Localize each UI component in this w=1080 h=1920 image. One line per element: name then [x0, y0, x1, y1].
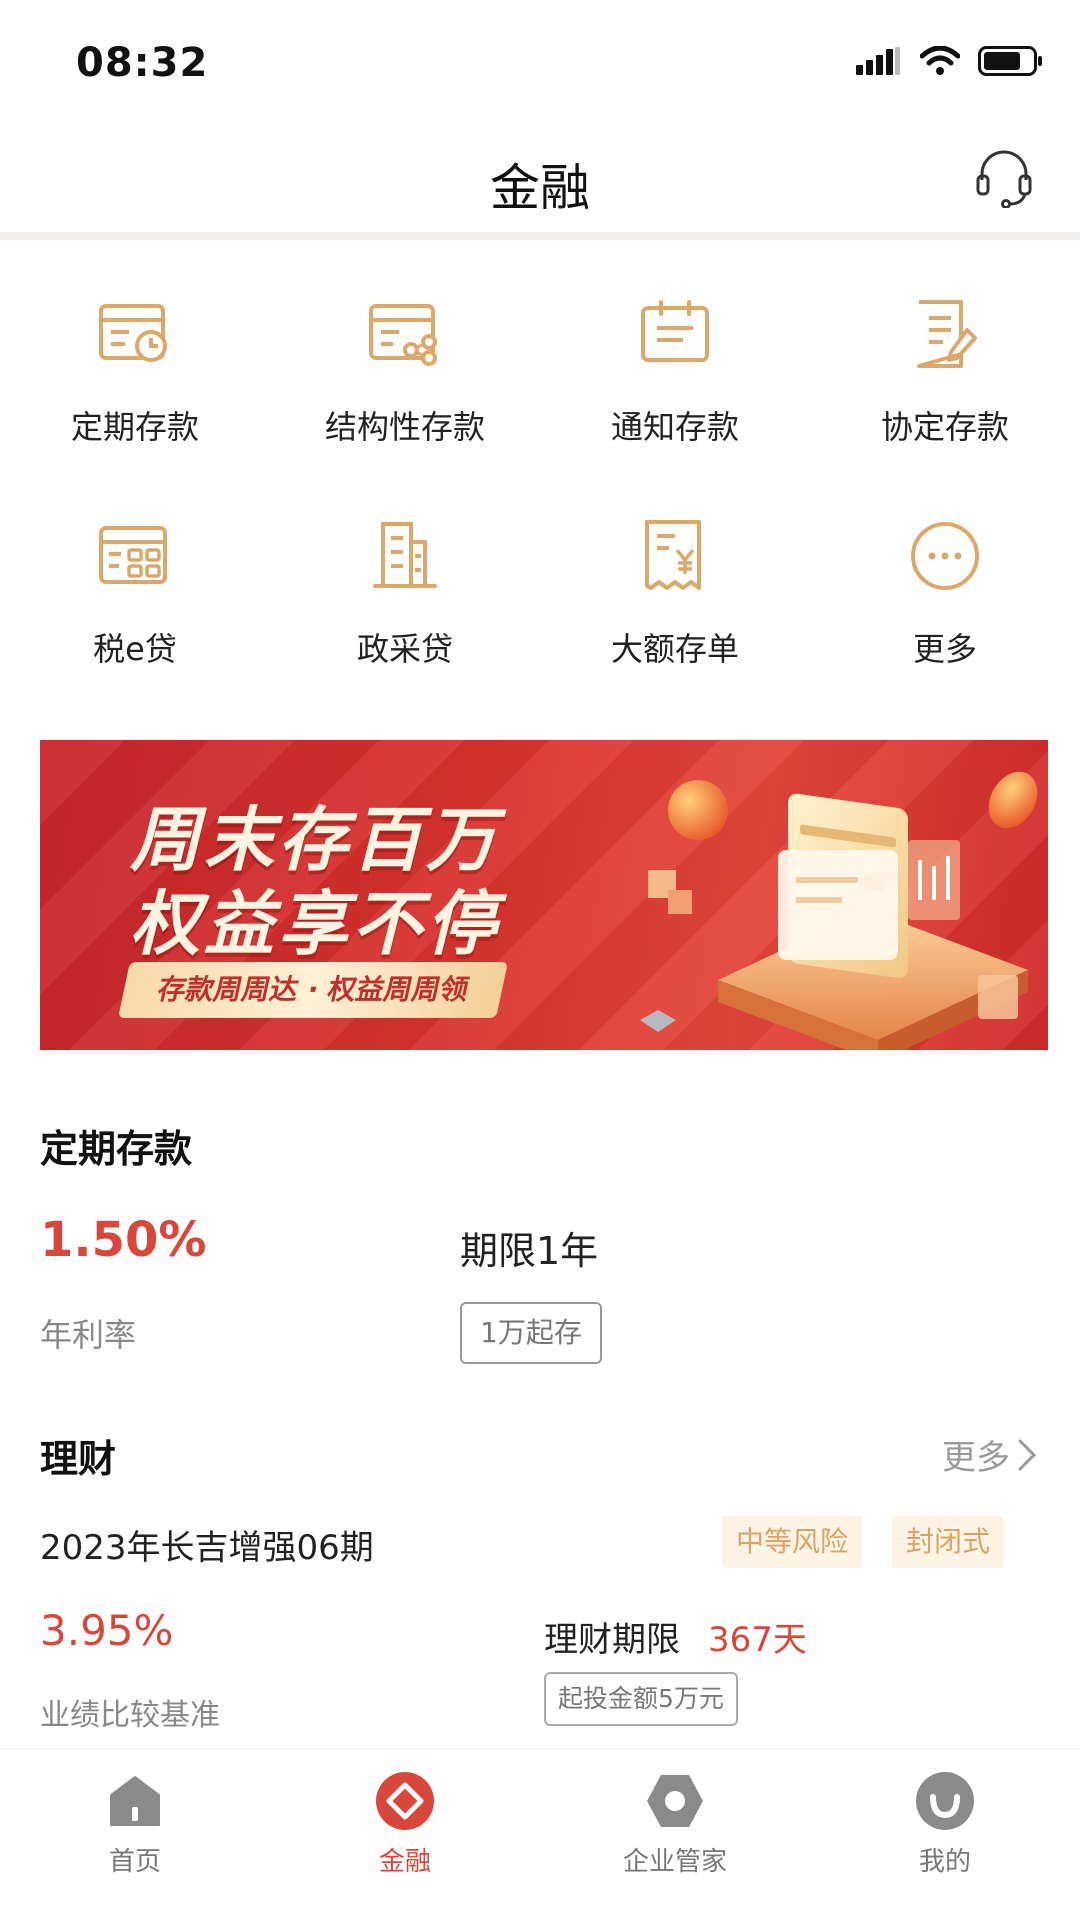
grid-item-label: 更多 [912, 630, 977, 668]
grid-item-label: 结构性存款 [324, 408, 485, 446]
deposit-rate-label: 年利率 [40, 1316, 137, 1354]
product-rate[interactable]: 3.95% [40, 1606, 173, 1655]
product-term-value: 367天 [708, 1620, 807, 1660]
more-icon [911, 522, 979, 590]
page-title: 金融 [490, 159, 590, 217]
grid-row-2: 税e贷 政采贷 大额存单 更多 [0, 502, 1080, 724]
battery-icon [978, 46, 1042, 76]
profile-icon [916, 1772, 974, 1830]
large-cd-icon [645, 520, 701, 590]
product-rate-label: 业绩比较基准 [40, 1698, 220, 1733]
product-min-amount-badge: 起投金额5万元 [544, 1672, 738, 1726]
grid-item-label: 政采贷 [356, 630, 453, 668]
banner-bank-card-illustration [640, 771, 1038, 1050]
tab-label: 金融 [378, 1847, 431, 1877]
finance-icon [376, 1772, 434, 1830]
risk-level-tag: 中等风险 [722, 1516, 863, 1568]
banner-headline-line2: 权益享不停 [130, 883, 500, 965]
customer-service-headset-icon[interactable] [972, 144, 1036, 208]
structured-deposit-icon [369, 304, 437, 366]
call-deposit-icon [641, 300, 709, 362]
agreement-deposit-icon [917, 300, 977, 368]
deposit-rate[interactable]: 1.50% [40, 1212, 207, 1268]
grid-item-fixed-deposit[interactable]: 定期存款 [0, 280, 270, 502]
grid-item-large-cd[interactable]: 大额存单 [540, 502, 810, 724]
grid-item-label: 大额存单 [610, 630, 739, 668]
nav-bar: 金融 [0, 120, 1080, 232]
tax-loan-icon [99, 526, 167, 584]
home-icon [110, 1776, 160, 1826]
chevron-right-icon [1018, 1439, 1037, 1470]
grid-item-label: 税e贷 [93, 630, 177, 668]
product-term-label: 理财期限 [544, 1620, 680, 1660]
status-icons [856, 46, 1044, 76]
wifi-icon [920, 46, 960, 75]
grid-item-label: 协定存款 [880, 408, 1009, 446]
cellular-signal-icon [856, 47, 900, 75]
procurement-loan-icon [373, 522, 437, 588]
wealth-more-label: 更多 [942, 1438, 1010, 1478]
promo-banner[interactable]: 周末存百万 权益享不停 存款周周达 · 权益周周领 [40, 740, 1048, 1050]
tab-home[interactable]: 首页 [0, 1749, 270, 1920]
status-bar: 08:32 [0, 0, 1080, 120]
grid-item-procurement-loan[interactable]: 政采贷 [270, 502, 540, 724]
nav-divider [0, 232, 1080, 240]
grid-item-tax-loan[interactable]: 税e贷 [0, 502, 270, 724]
grid-row-1: 定期存款 结构性存款 通知存款 协定存款 [0, 280, 1080, 502]
grid-item-label: 通知存款 [610, 408, 739, 446]
wealth-more-link[interactable]: 更多 [942, 1430, 1038, 1479]
bottom-tab-bar: 首页 金融 企业管家 我的 [0, 1748, 1080, 1920]
grid-item-call-deposit[interactable]: 通知存款 [540, 280, 810, 502]
tab-enterprise[interactable]: 企业管家 [540, 1749, 810, 1920]
banner-tagline: 存款周周达 · 权益周周领 [118, 962, 509, 1018]
grid-item-agreement-deposit[interactable]: 协定存款 [810, 280, 1080, 502]
tab-label: 我的 [918, 1847, 971, 1877]
grid-item-more[interactable]: 更多 [810, 502, 1080, 724]
tab-profile[interactable]: 我的 [810, 1749, 1080, 1920]
grid-item-label: 定期存款 [70, 408, 199, 446]
grid-item-structured-deposit[interactable]: 结构性存款 [270, 280, 540, 502]
deposit-section-title: 定期存款 [40, 1127, 193, 1171]
deposit-min-amount-badge: 1万起存 [460, 1302, 602, 1364]
deposit-term[interactable]: 期限1年 [460, 1220, 598, 1275]
product-type-tag: 封闭式 [892, 1516, 1005, 1568]
fixed-deposit-icon [99, 304, 167, 362]
product-grid: 定期存款 结构性存款 通知存款 协定存款 税e贷 政采贷 大额存单 更多 [0, 280, 1080, 724]
tab-finance[interactable]: 金融 [270, 1749, 540, 1920]
tab-label: 企业管家 [622, 1847, 727, 1877]
status-time: 08:32 [76, 40, 209, 86]
product-name[interactable]: 2023年长吉增强06期 [40, 1520, 374, 1569]
wealth-section-title: 理财 [40, 1437, 117, 1481]
enterprise-icon [647, 1775, 703, 1827]
tab-label: 首页 [108, 1847, 161, 1877]
